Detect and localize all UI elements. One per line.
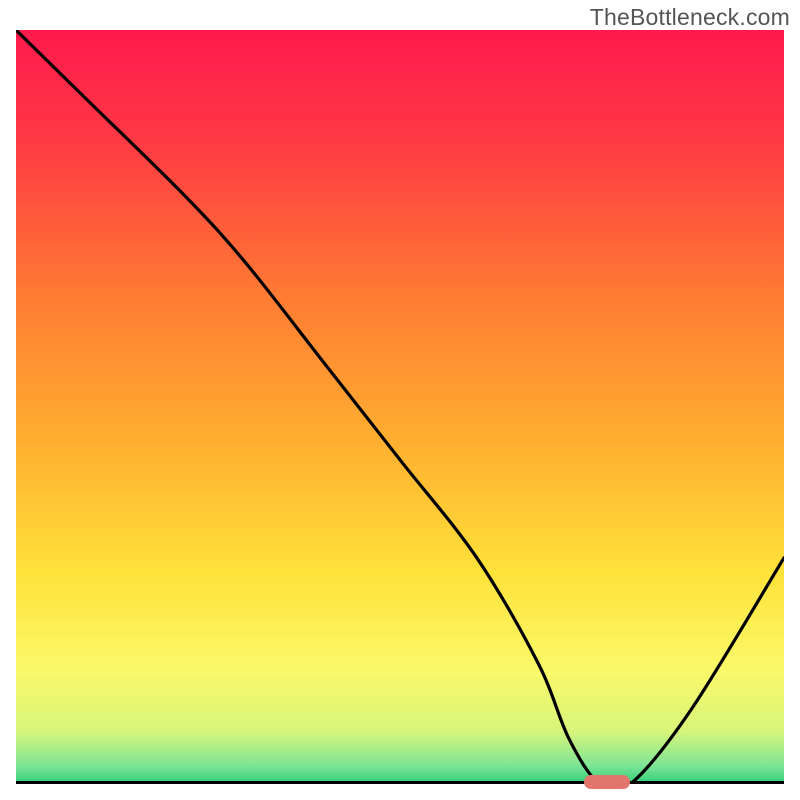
watermark-text: TheBottleneck.com (590, 4, 790, 31)
plot-area (16, 30, 784, 784)
optimal-range-marker (584, 775, 630, 789)
plot-svg (16, 30, 784, 784)
x-axis (16, 781, 784, 784)
chart-canvas: TheBottleneck.com (0, 0, 800, 800)
